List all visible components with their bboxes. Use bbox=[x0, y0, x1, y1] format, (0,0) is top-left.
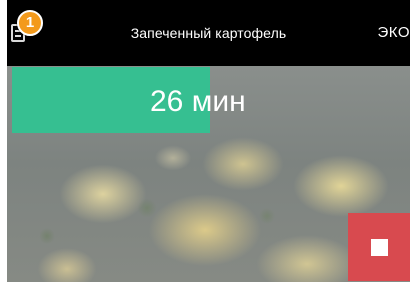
timer-display: 26 мин bbox=[150, 87, 246, 117]
recipe-title: Запеченный картофель bbox=[130, 25, 287, 41]
top-bar: 1 Запеченный картофель ЭКО bbox=[7, 0, 410, 66]
stop-button[interactable] bbox=[348, 213, 410, 281]
stop-icon bbox=[371, 239, 388, 256]
cooking-screen: 1 Запеченный картофель ЭКО 26 мин bbox=[0, 0, 412, 283]
timer-minutes: 26 bbox=[150, 85, 184, 118]
timer-unit: мин bbox=[191, 85, 246, 118]
eco-mode-indicator[interactable]: ЭКО bbox=[377, 24, 410, 41]
